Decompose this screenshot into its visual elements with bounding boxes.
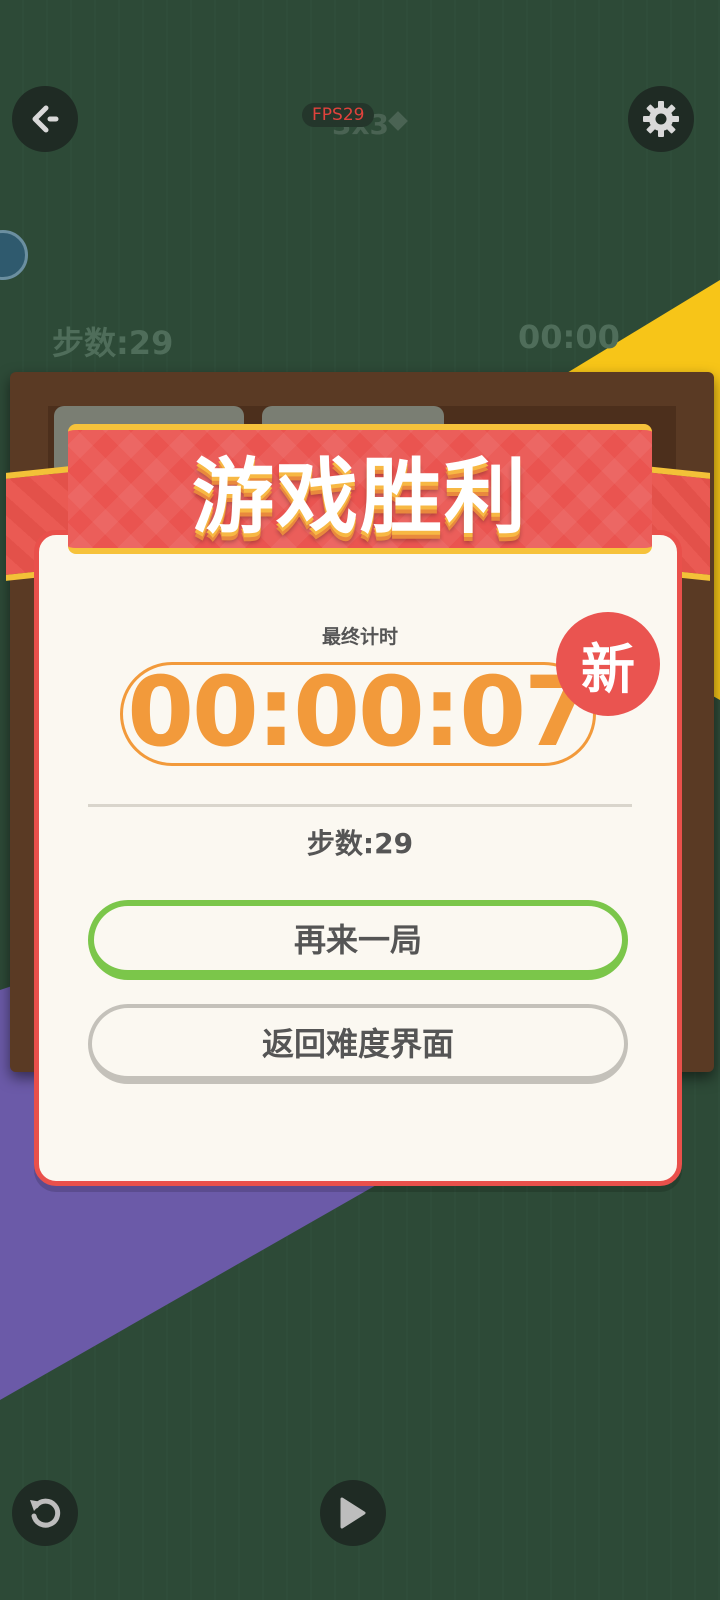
dialog-title: 游戏胜利 <box>191 449 528 545</box>
gear-icon <box>643 101 679 137</box>
elapsed-timer: 00:00 <box>518 318 620 356</box>
play-button[interactable] <box>320 1480 386 1546</box>
final-time: 00:00:07 <box>127 656 591 768</box>
restart-icon <box>30 1498 61 1528</box>
play-again-button[interactable]: 再来一局 <box>88 900 628 980</box>
steps-counter: 步数:29 <box>52 324 174 362</box>
back-to-difficulty-button[interactable]: 返回难度界面 <box>88 1004 628 1084</box>
back-arrow-icon <box>32 105 59 133</box>
back-button[interactable] <box>12 86 78 152</box>
final-steps: 步数:29 <box>306 827 414 860</box>
restart-button[interactable] <box>12 1480 78 1546</box>
title-ribbon: 游戏胜利 <box>68 424 652 554</box>
new-badge-label: 新 <box>581 637 635 701</box>
divider <box>88 804 632 807</box>
new-record-badge: 新 <box>556 612 660 716</box>
settings-button[interactable] <box>628 86 694 152</box>
play-again-label: 再来一局 <box>293 921 422 959</box>
back-to-difficulty-label: 返回难度界面 <box>261 1025 454 1063</box>
fps-counter: FPS29 <box>302 103 375 127</box>
play-icon <box>340 1497 366 1529</box>
